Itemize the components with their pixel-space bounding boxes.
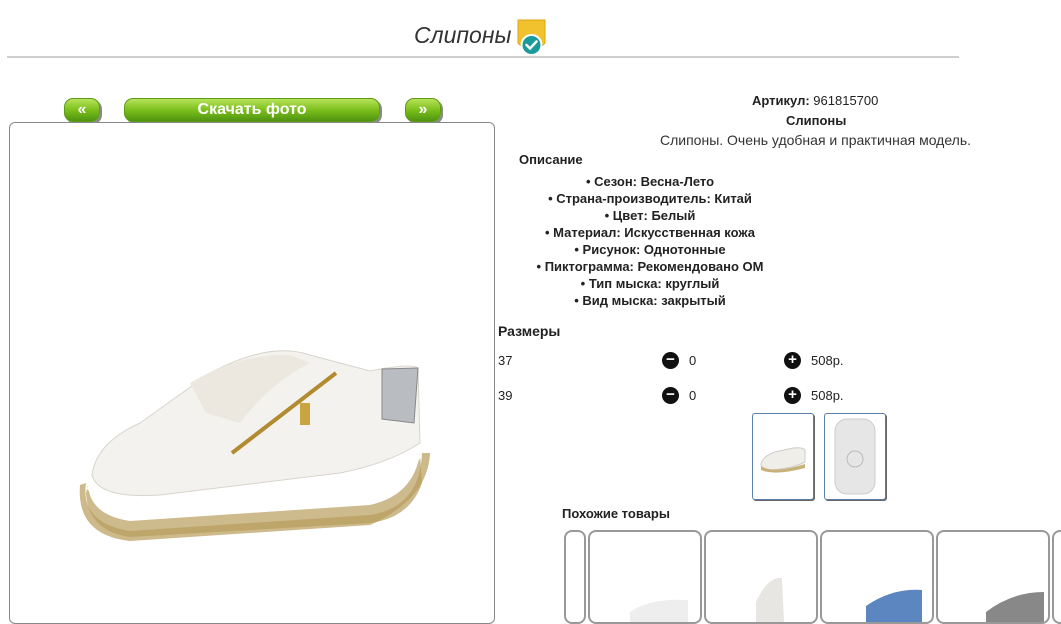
- photo-thumbnail[interactable]: [824, 413, 886, 500]
- similar-product-card[interactable]: [704, 530, 818, 624]
- similar-product-card[interactable]: [564, 530, 586, 624]
- sneaker-image: [79, 350, 431, 541]
- price-value: 508р.: [811, 388, 844, 403]
- property-list: • Сезон: Весна-Лето • Страна-производите…: [510, 173, 790, 309]
- similar-product-image: [630, 599, 688, 622]
- price-value: 508р.: [811, 353, 844, 368]
- photo-thumbnail[interactable]: [752, 413, 814, 500]
- product-description: Слипоны. Очень удобная и практичная моде…: [660, 132, 972, 148]
- similar-product-image: [986, 592, 1044, 622]
- page-header: Слипоны: [0, 8, 1061, 58]
- minus-circle-icon[interactable]: −: [662, 352, 679, 369]
- property-item: • Рисунок: Однотонные: [574, 242, 726, 257]
- similar-product-card[interactable]: [588, 530, 702, 624]
- main-product-photo[interactable]: [9, 122, 495, 624]
- similar-products-heading: Похожие товары: [562, 506, 670, 521]
- prev-photo-button[interactable]: «: [64, 98, 100, 122]
- article-line: Артикул: 961815700: [752, 93, 878, 108]
- page-title: Слипоны: [414, 22, 512, 48]
- similar-product-card[interactable]: [936, 530, 1050, 624]
- property-item: • Вид мыска: закрытый: [574, 293, 726, 308]
- sizes-heading: Размеры: [498, 323, 561, 339]
- article-label: Артикул:: [752, 93, 810, 108]
- description-heading: Описание: [519, 152, 583, 167]
- next-photo-button[interactable]: »: [405, 98, 441, 122]
- similar-product-card[interactable]: [820, 530, 934, 624]
- property-item: • Материал: Искусственная кожа: [544, 225, 756, 240]
- plus-circle-icon[interactable]: +: [784, 352, 801, 369]
- property-item: • Сезон: Весна-Лето: [585, 174, 715, 189]
- header-divider: [7, 56, 959, 58]
- property-item: • Пиктограмма: Рекомендовано ОМ: [536, 259, 764, 274]
- similar-product-image: [756, 577, 784, 622]
- similar-product-card[interactable]: [1052, 530, 1061, 624]
- sneaker-sole-thumbnail-image: [834, 418, 876, 495]
- plus-circle-icon[interactable]: +: [784, 387, 801, 404]
- verified-check-icon: [517, 19, 546, 58]
- article-value: 961815700: [813, 93, 879, 108]
- sneaker-thumbnail-image: [760, 447, 806, 473]
- quantity-value: 0: [689, 388, 697, 403]
- property-item: • Цвет: Белый: [604, 208, 696, 223]
- quantity-value: 0: [689, 353, 697, 368]
- product-name: Слипоны: [786, 113, 847, 128]
- size-value: 39: [498, 388, 513, 403]
- download-photo-button[interactable]: Скачать фото: [124, 98, 380, 122]
- similar-product-image: [866, 589, 922, 622]
- property-item: • Тип мыска: круглый: [580, 276, 720, 291]
- size-value: 37: [498, 353, 513, 368]
- property-item: • Страна-производитель: Китай: [548, 191, 752, 206]
- minus-circle-icon[interactable]: −: [662, 387, 679, 404]
